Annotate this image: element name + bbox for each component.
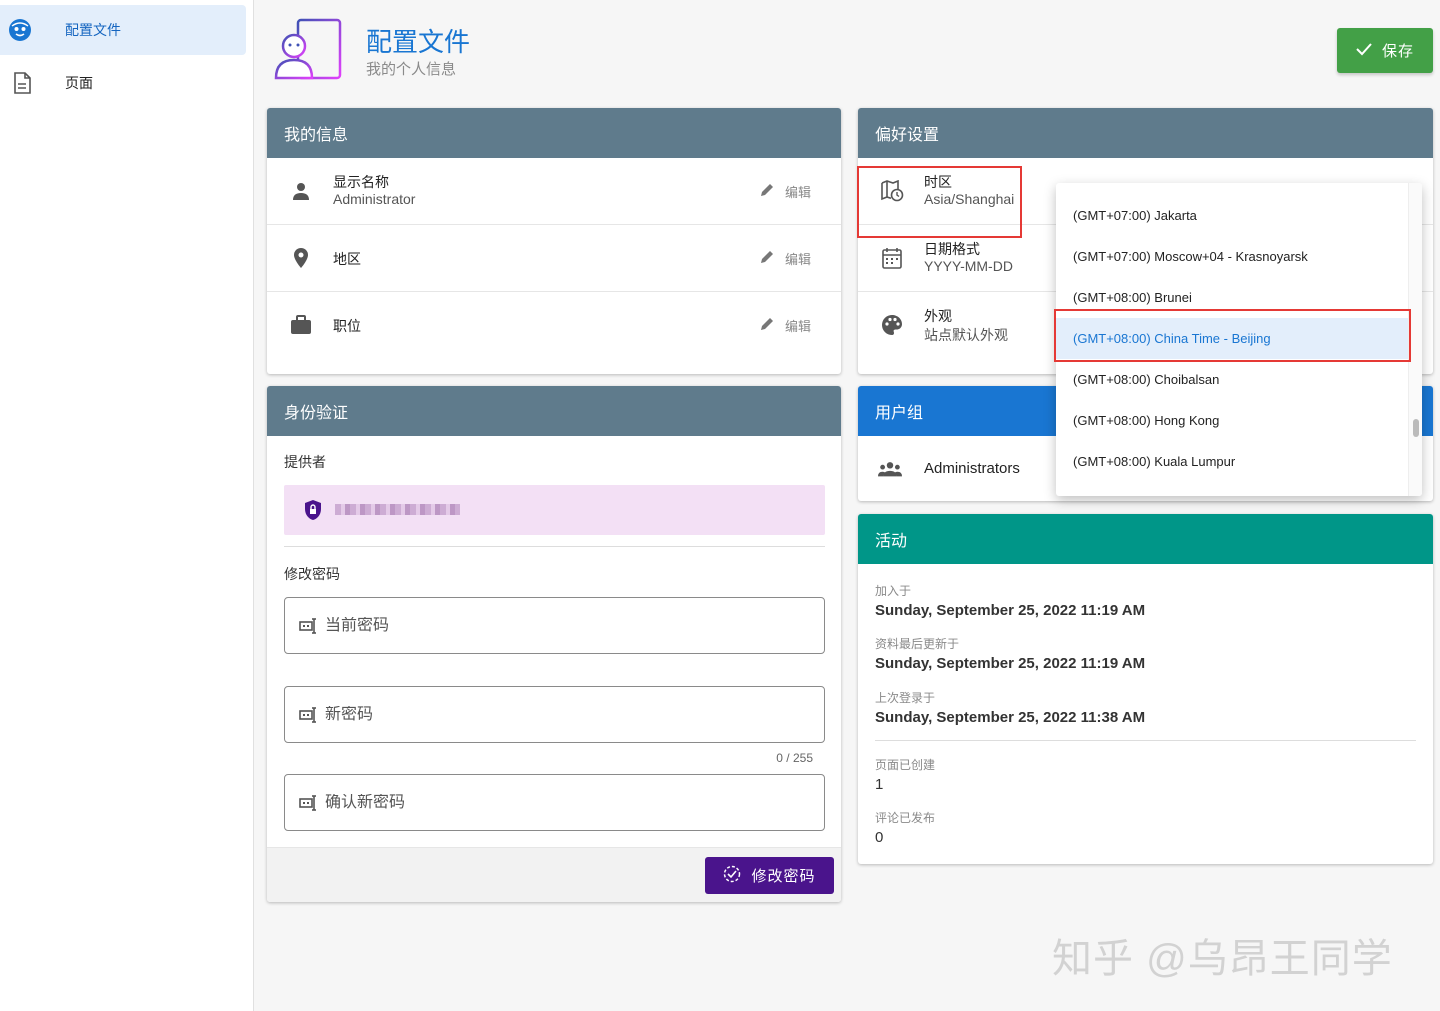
edit-label: 编辑: [784, 252, 811, 267]
preferences-header: 偏好设置: [858, 108, 1433, 158]
confirm-password-input[interactable]: [325, 793, 805, 812]
sidebar-item-label: 配置文件: [65, 22, 121, 38]
group-icon: [878, 457, 902, 481]
edit-label: 编辑: [784, 319, 811, 334]
last-login-value: Sunday, September 25, 2022 11:38 AM: [875, 709, 1146, 726]
my-info-header: 我的信息: [267, 108, 841, 158]
display-name-row[interactable]: 显示名称 Administrator 编辑: [267, 158, 841, 225]
timezone-option[interactable]: (GMT+07:00) Jakarta: [1056, 195, 1408, 236]
provider-box: [284, 485, 825, 535]
profile-face-icon: [8, 18, 32, 42]
sidebar: 配置文件 页面: [0, 0, 254, 1011]
watermark: 知乎 @乌昂王同学: [1052, 937, 1393, 981]
calendar-icon: [880, 246, 904, 270]
position-row[interactable]: 职位 编辑: [267, 292, 841, 359]
palette-icon: [880, 313, 904, 337]
last-login-label: 上次登录于: [875, 691, 936, 705]
divider: [875, 740, 1416, 741]
auth-header: 身份验证: [267, 386, 841, 436]
region-label: 地区: [333, 251, 361, 267]
timezone-option[interactable]: (GMT+08:00) Kuala Lumpur: [1056, 441, 1408, 482]
timezone-option[interactable]: (GMT+07:00) Moscow+04 - Krasnoyarsk: [1056, 236, 1408, 277]
edit-display-name-button[interactable]: 编辑: [759, 182, 811, 201]
check-circle-icon: [723, 865, 741, 887]
appearance-label: 外观: [924, 308, 952, 324]
key-icon: [299, 705, 319, 725]
position-label: 职位: [333, 318, 361, 334]
date-format-label: 日期格式: [924, 241, 980, 257]
activity-card: 活动 加入于 Sunday, September 25, 2022 11:19 …: [858, 514, 1433, 864]
group-label: Administrators: [924, 460, 1020, 477]
annotation-box-timezone: [857, 166, 1022, 238]
edit-position-button[interactable]: 编辑: [759, 316, 811, 335]
auth-card: 身份验证 提供者 修改密码 0 / 255 修改密码: [267, 386, 841, 902]
briefcase-icon: [289, 313, 313, 337]
my-info-card: 我的信息 显示名称 Administrator 编辑 地区 编辑 职位 编辑: [267, 108, 841, 374]
key-icon: [299, 616, 319, 636]
page-title: 配置文件: [366, 27, 471, 57]
blurred-provider-name: [335, 504, 460, 515]
current-password-field[interactable]: [284, 597, 825, 654]
updated-label: 资料最后更新于: [875, 637, 960, 651]
save-button[interactable]: 保存: [1337, 28, 1433, 73]
pencil-icon: [759, 182, 775, 201]
document-icon: [10, 71, 34, 95]
provider-label: 提供者: [284, 454, 326, 470]
edit-label: 编辑: [784, 185, 811, 200]
pages-created-value: 1: [875, 776, 884, 793]
timezone-option[interactable]: (GMT+08:00) Hong Kong: [1056, 400, 1408, 441]
activity-header: 活动: [858, 514, 1433, 564]
sidebar-item-label: 页面: [65, 75, 93, 91]
current-password-input[interactable]: [325, 616, 805, 635]
scrollbar-thumb[interactable]: [1413, 419, 1419, 437]
pencil-icon: [759, 316, 775, 335]
change-password-button-label: 修改密码: [751, 868, 816, 885]
change-password-button[interactable]: 修改密码: [705, 857, 834, 894]
display-name-value: Administrator: [333, 191, 416, 207]
check-icon: [1356, 42, 1372, 60]
pages-created-label: 页面已创建: [875, 758, 936, 772]
display-name-label: 显示名称: [333, 174, 389, 190]
sidebar-item-pages[interactable]: 页面: [0, 58, 246, 108]
updated-value: Sunday, September 25, 2022 11:19 AM: [875, 655, 1146, 672]
auth-footer: 修改密码: [267, 847, 841, 902]
appearance-value: 站点默认外观: [924, 327, 1008, 343]
region-row[interactable]: 地区 编辑: [267, 225, 841, 292]
new-password-field[interactable]: [284, 686, 825, 743]
location-pin-icon: [289, 246, 313, 270]
pencil-icon: [759, 249, 775, 268]
new-password-input[interactable]: [325, 705, 805, 724]
edit-region-button[interactable]: 编辑: [759, 249, 811, 268]
password-counter: 0 / 255: [776, 751, 813, 765]
shield-lock-icon: [303, 499, 323, 526]
page-subtitle: 我的个人信息: [366, 61, 457, 78]
change-password-label: 修改密码: [284, 566, 340, 582]
date-format-value: YYYY-MM-DD: [924, 258, 1013, 274]
annotation-box-selected-option: [1054, 309, 1411, 362]
joined-label: 加入于: [875, 584, 912, 598]
joined-value: Sunday, September 25, 2022 11:19 AM: [875, 602, 1146, 619]
person-icon: [289, 179, 313, 203]
profile-badge-icon: [272, 18, 344, 82]
save-button-label: 保存: [1381, 43, 1414, 60]
comments-value: 0: [875, 829, 884, 846]
confirm-password-field[interactable]: [284, 774, 825, 831]
sidebar-item-profile[interactable]: 配置文件: [0, 5, 246, 55]
key-icon: [299, 793, 319, 813]
comments-label: 评论已发布: [875, 811, 936, 825]
timezone-option[interactable]: (GMT+08:00) Choibalsan: [1056, 359, 1408, 400]
